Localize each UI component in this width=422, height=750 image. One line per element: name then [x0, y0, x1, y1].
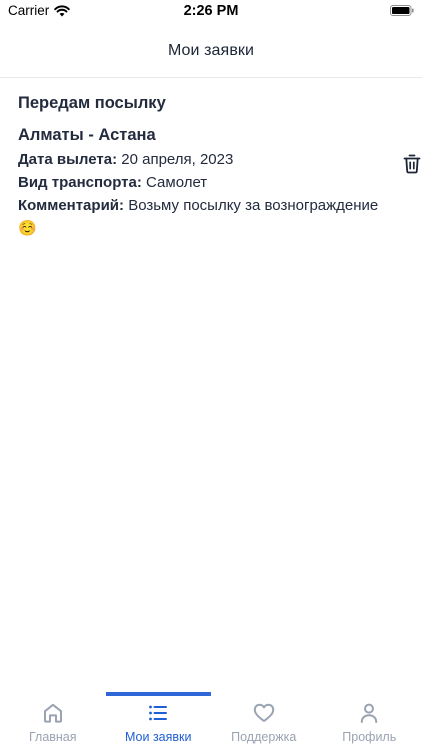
tab-support[interactable]: Поддержка: [211, 692, 317, 750]
heart-icon: [253, 703, 274, 722]
list-icon: [149, 705, 168, 721]
delete-button-trash-icon[interactable]: [403, 154, 421, 174]
transport-row: Вид транспорта: Самолет: [18, 171, 408, 194]
request-route: Алматы - Астана: [18, 126, 156, 144]
transport-label: Вид транспорта:: [18, 174, 142, 191]
status-time: 2:26 PM: [183, 3, 239, 19]
person-icon: [361, 703, 378, 723]
status-bar: Carrier 2:26 PM: [0, 0, 422, 24]
tab-my-requests[interactable]: Мои заявки: [105, 692, 211, 750]
tab-home[interactable]: Главная: [0, 692, 106, 750]
tab-support-label: Поддержка: [231, 730, 297, 744]
battery-icon: [390, 5, 414, 16]
tab-home-label: Главная: [28, 730, 77, 744]
comment-row: Комментарий: Возьму посылку за вознограж…: [18, 194, 408, 240]
navigation-header: Мои заявки: [0, 24, 422, 78]
departure-label: Дата вылета:: [18, 151, 118, 168]
request-card[interactable]: Передам посылку Алматы - Астана Дата выл…: [18, 92, 408, 240]
page-title: Мои заявки: [167, 41, 255, 59]
active-tab-indicator: [105, 692, 211, 696]
request-title: Передам посылку: [18, 94, 166, 112]
home-icon: [43, 703, 62, 723]
comment-value: Возьму посылку за вознограждение: [128, 197, 379, 214]
transport-value: Самолет: [146, 174, 208, 191]
tab-my-requests-label: Мои заявки: [124, 730, 192, 744]
app-screen: Carrier 2:26 PM Мои заявки Передам посыл…: [0, 0, 422, 750]
bottom-tab-bar: Главная Мои заявки Поддержка Профиль: [0, 692, 422, 750]
tab-profile[interactable]: Профиль: [317, 692, 422, 750]
comment-label: Комментарий:: [18, 197, 125, 214]
departure-row: Дата вылета: 20 апреля, 2023: [18, 148, 408, 171]
tab-profile-label: Профиль: [342, 730, 397, 744]
departure-value: 20 апреля, 2023: [117, 151, 234, 168]
comment-emoji: ☺️: [18, 220, 37, 237]
